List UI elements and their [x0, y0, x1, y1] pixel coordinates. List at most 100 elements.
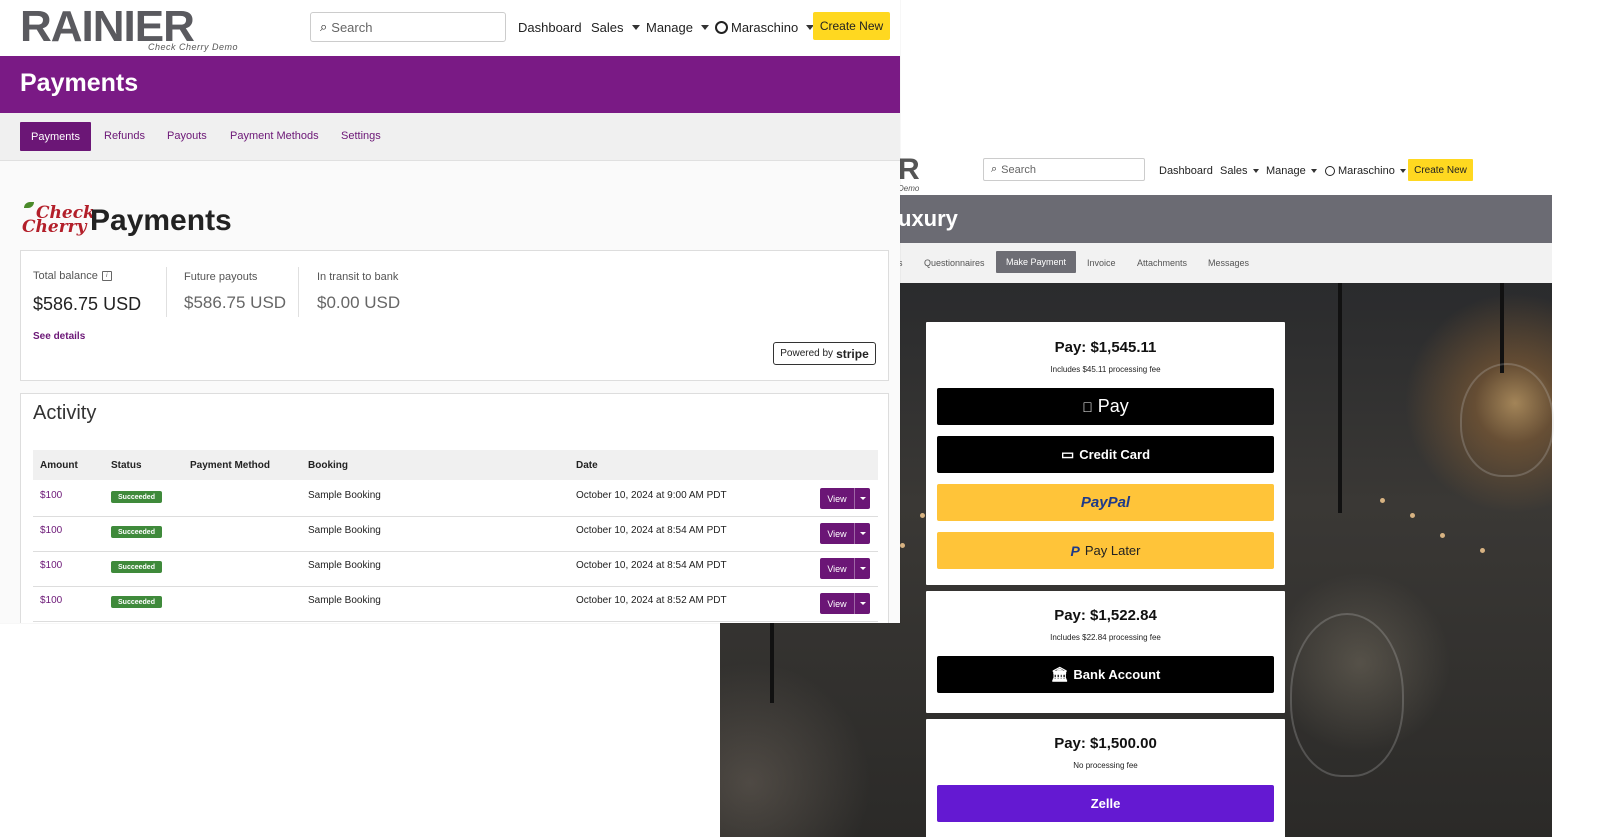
credit-card-button[interactable]: ▭ Credit Card — [937, 436, 1274, 473]
row-date: October 10, 2024 at 8:54 AM PDT — [576, 560, 727, 571]
client-tab-attachments[interactable]: Attachments — [1137, 258, 1187, 268]
status-badge: Succeeded — [111, 526, 162, 538]
client-nav-manage[interactable]: Manage — [1266, 165, 1317, 177]
tab-payouts[interactable]: Payouts — [167, 130, 207, 142]
row-booking: Sample Booking — [308, 490, 381, 501]
client-nav-sales[interactable]: Sales — [1220, 165, 1259, 177]
col-payment-method[interactable]: Payment Method — [190, 460, 270, 471]
logo-subtitle: Check Cherry Demo — [148, 42, 239, 52]
row-amount[interactable]: $100 — [40, 560, 62, 571]
payment-option-card: Pay: $1,500.00 No processing fee Zelle — [926, 719, 1285, 837]
total-balance-label: Total balance i — [33, 270, 112, 282]
view-button[interactable]: View — [820, 523, 870, 544]
nav-user[interactable]: Maraschino — [715, 20, 815, 35]
row-date: October 10, 2024 at 8:52 AM PDT — [576, 595, 727, 606]
col-status[interactable]: Status — [111, 460, 142, 471]
chevron-down-icon[interactable] — [855, 532, 870, 535]
chevron-down-icon — [1310, 169, 1317, 173]
search-placeholder: Search — [331, 19, 373, 35]
tab-payment-methods[interactable]: Payment Methods — [230, 130, 319, 142]
admin-topbar: RAINIER Check Cherry Demo ⌕ Search Dashb… — [0, 0, 900, 56]
tab-settings[interactable]: Settings — [341, 130, 381, 142]
credit-card-icon: ▭ — [1060, 446, 1075, 462]
apple-pay-button[interactable]: Pay — [937, 388, 1274, 425]
client-nav-dashboard[interactable]: Dashboard — [1159, 165, 1213, 177]
nav-dashboard[interactable]: Dashboard — [518, 20, 582, 35]
page-banner: Payments — [0, 56, 900, 113]
nav-sales[interactable]: Sales — [591, 20, 640, 35]
row-amount[interactable]: $100 — [40, 490, 62, 501]
client-nav-user[interactable]: Maraschino — [1325, 165, 1406, 177]
create-new-button[interactable]: Create New — [813, 12, 890, 40]
bulb-cord — [1338, 283, 1342, 513]
cherry-leaf-icon — [24, 202, 34, 208]
payments-subnav: Payments Refunds Payouts Payment Methods… — [0, 113, 900, 161]
col-date[interactable]: Date — [576, 460, 598, 471]
table-row[interactable]: $100 Succeeded Sample Booking October 10… — [33, 586, 878, 622]
client-create-new-button[interactable]: Create New — [1408, 159, 1473, 181]
client-search-input[interactable]: ⌕ Search — [983, 158, 1145, 181]
processing-fee: Includes $22.84 processing fee — [1050, 633, 1161, 642]
row-date: October 10, 2024 at 8:54 AM PDT — [576, 525, 727, 536]
table-row[interactable]: $100 Succeeded Sample Booking October 10… — [33, 551, 878, 587]
row-booking: Sample Booking — [308, 525, 381, 536]
payment-option-card: Pay: $1,522.84 Includes $22.84 processin… — [926, 591, 1285, 713]
bulb — [1460, 363, 1554, 477]
bank-account-button[interactable]: 🏛︎ Bank Account — [937, 656, 1274, 693]
search-input[interactable]: ⌕ Search — [310, 12, 506, 42]
apple-icon:  — [1082, 399, 1093, 415]
processing-fee: Includes $45.11 processing fee — [1050, 365, 1161, 374]
col-booking[interactable]: Booking — [308, 460, 348, 471]
client-logo[interactable]: R — [898, 153, 920, 187]
info-icon[interactable]: i — [101, 271, 112, 282]
row-amount[interactable]: $100 — [40, 595, 62, 606]
view-button[interactable]: View — [820, 593, 870, 614]
see-details-link[interactable]: See details — [33, 331, 85, 342]
tab-refunds[interactable]: Refunds — [104, 130, 145, 142]
pay-later-button[interactable]: P Pay Later — [937, 532, 1274, 569]
activity-panel: Activity Amount Status Payment Method Bo… — [20, 393, 889, 623]
status-badge: Succeeded — [111, 561, 162, 573]
client-logo-sub: Demo — [898, 184, 920, 193]
bulb-cord — [1500, 283, 1504, 373]
page-title: Payments — [90, 204, 232, 237]
status-badge: Succeeded — [111, 491, 162, 503]
paypal-button[interactable]: PayPal — [937, 484, 1274, 521]
chevron-down-icon[interactable] — [855, 567, 870, 570]
payment-amount: Pay: $1,522.84 — [1054, 607, 1157, 624]
chevron-down-icon[interactable] — [855, 602, 870, 605]
client-tab-invoice[interactable]: Invoice — [1087, 258, 1116, 268]
activity-title: Activity — [33, 402, 97, 424]
admin-payments-window: RAINIER Check Cherry Demo ⌕ Search Dashb… — [0, 0, 900, 623]
future-payouts-label: Future payouts — [184, 271, 258, 283]
zelle-button[interactable]: Zelle — [937, 785, 1274, 822]
chevron-down-icon — [631, 25, 640, 30]
row-booking: Sample Booking — [308, 560, 381, 571]
client-search-placeholder: Search — [1001, 163, 1037, 176]
tab-payments[interactable]: Payments — [20, 122, 91, 151]
table-row[interactable]: $100 Succeeded Sample Booking October 10… — [33, 516, 878, 552]
in-transit-label: In transit to bank — [317, 271, 399, 283]
view-button[interactable]: View — [820, 558, 870, 579]
bank-icon: 🏛︎ — [1050, 666, 1069, 682]
client-tab-questionnaires[interactable]: Questionnaires — [924, 258, 985, 268]
table-row[interactable]: $100 Succeeded Sample Booking October 10… — [33, 481, 878, 517]
balance-panel: Total balance i $586.75 USD Future payout… — [20, 250, 889, 381]
row-amount[interactable]: $100 — [40, 525, 62, 536]
activity-table-header: Amount Status Payment Method Booking Dat… — [33, 450, 878, 480]
client-tab-make-payment[interactable]: Make Payment — [996, 251, 1077, 273]
chevron-down-icon[interactable] — [855, 497, 870, 500]
in-transit-value: $0.00 USD — [317, 293, 401, 312]
nav-manage[interactable]: Manage — [646, 20, 709, 35]
banner-title: Payments — [20, 69, 139, 97]
client-banner-title: uxury — [898, 206, 958, 231]
bulb — [1290, 613, 1404, 777]
user-icon — [715, 21, 728, 34]
col-amount[interactable]: Amount — [40, 460, 78, 471]
powered-by-stripe-badge[interactable]: Powered by stripe — [773, 342, 876, 365]
chevron-down-icon — [1252, 169, 1259, 173]
client-tab-messages[interactable]: Messages — [1208, 258, 1249, 268]
stripe-logo: stripe — [836, 346, 869, 361]
view-button[interactable]: View — [820, 488, 870, 509]
processing-fee: No processing fee — [1073, 761, 1138, 770]
